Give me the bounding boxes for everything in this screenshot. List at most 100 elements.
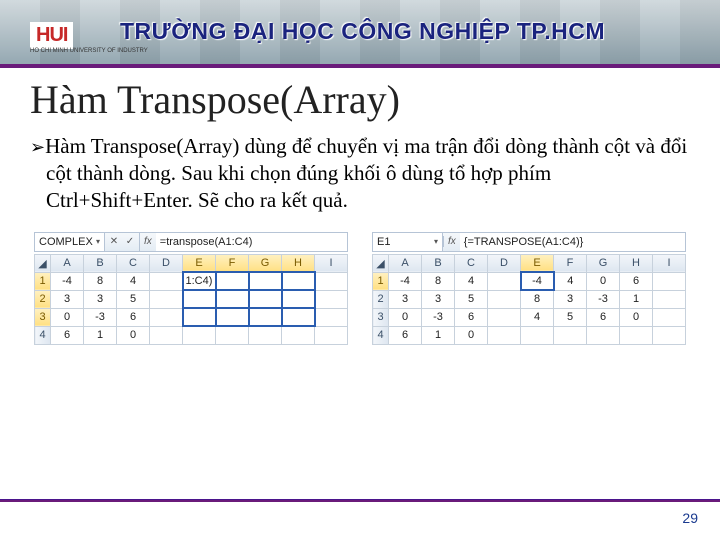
cell[interactable]: 4	[521, 308, 554, 326]
cell[interactable]: 4	[117, 272, 150, 290]
cell[interactable]	[620, 326, 653, 344]
cell[interactable]: -3	[587, 290, 620, 308]
dropdown-icon[interactable]: ▾	[96, 237, 100, 246]
cell[interactable]	[216, 290, 249, 308]
cell[interactable]: -3	[84, 308, 117, 326]
row-header[interactable]: 1	[373, 272, 389, 290]
cell[interactable]	[488, 290, 521, 308]
fx-icon[interactable]: fx	[140, 236, 156, 247]
col-header[interactable]: H	[282, 254, 315, 272]
cell[interactable]: 0	[587, 272, 620, 290]
cell[interactable]	[150, 272, 183, 290]
cell[interactable]: 5	[554, 308, 587, 326]
cell[interactable]	[282, 290, 315, 308]
cell[interactable]: 3	[422, 290, 455, 308]
cell[interactable]: 3	[389, 290, 422, 308]
cell[interactable]	[282, 326, 315, 344]
col-header[interactable]: G	[587, 254, 620, 272]
cell[interactable]: 0	[51, 308, 84, 326]
cell[interactable]	[216, 272, 249, 290]
row-header[interactable]: 1	[35, 272, 51, 290]
name-box[interactable]: E1 ▾	[373, 233, 443, 251]
row-header[interactable]: 3	[35, 308, 51, 326]
col-header[interactable]: B	[422, 254, 455, 272]
cell[interactable]	[488, 308, 521, 326]
cell[interactable]	[521, 326, 554, 344]
cell[interactable]	[653, 326, 686, 344]
col-header[interactable]: F	[216, 254, 249, 272]
cancel-icon[interactable]: ✕	[107, 235, 121, 249]
cell[interactable]	[315, 326, 348, 344]
cell[interactable]	[315, 290, 348, 308]
cell[interactable]: -3	[422, 308, 455, 326]
cell[interactable]: 6	[587, 308, 620, 326]
select-all-corner[interactable]: ◢	[35, 254, 51, 272]
cell[interactable]	[653, 308, 686, 326]
cell[interactable]: 0	[620, 308, 653, 326]
col-header[interactable]: E	[521, 254, 554, 272]
col-header[interactable]: A	[389, 254, 422, 272]
cell[interactable]	[282, 272, 315, 290]
cell[interactable]	[183, 290, 216, 308]
fx-icon[interactable]: fx	[443, 236, 460, 247]
row-header[interactable]: 3	[373, 308, 389, 326]
cell[interactable]	[150, 290, 183, 308]
col-header[interactable]: D	[150, 254, 183, 272]
cell[interactable]: 6	[389, 326, 422, 344]
cell[interactable]: 4	[455, 272, 488, 290]
enter-icon[interactable]: ✓	[123, 235, 137, 249]
cell[interactable]: 0	[389, 308, 422, 326]
cell[interactable]: 5	[455, 290, 488, 308]
col-header[interactable]: I	[653, 254, 686, 272]
cell[interactable]	[653, 290, 686, 308]
cell[interactable]	[315, 308, 348, 326]
col-header[interactable]: F	[554, 254, 587, 272]
cell[interactable]	[150, 308, 183, 326]
cell[interactable]	[488, 326, 521, 344]
cell[interactable]	[554, 326, 587, 344]
cell[interactable]: 1	[422, 326, 455, 344]
cell[interactable]: -4	[521, 272, 554, 290]
cell[interactable]: 6	[620, 272, 653, 290]
cell[interactable]	[150, 326, 183, 344]
cell[interactable]	[249, 272, 282, 290]
row-header[interactable]: 4	[35, 326, 51, 344]
cell[interactable]: 0	[455, 326, 488, 344]
cell[interactable]	[653, 272, 686, 290]
cell[interactable]	[249, 290, 282, 308]
cell[interactable]: 8	[84, 272, 117, 290]
cell[interactable]	[216, 308, 249, 326]
formula-input[interactable]: {=TRANSPOSE(A1:C4)}	[460, 233, 685, 251]
cell[interactable]	[249, 308, 282, 326]
cell[interactable]	[488, 272, 521, 290]
cell[interactable]: 3	[51, 290, 84, 308]
cell[interactable]: 1:C4)	[183, 272, 216, 290]
cell[interactable]: 8	[422, 272, 455, 290]
cell[interactable]	[183, 326, 216, 344]
col-header[interactable]: G	[249, 254, 282, 272]
cell[interactable]: 3	[84, 290, 117, 308]
cell[interactable]: 6	[117, 308, 150, 326]
cell[interactable]	[282, 308, 315, 326]
cell[interactable]: 6	[455, 308, 488, 326]
row-header[interactable]: 2	[35, 290, 51, 308]
name-box[interactable]: COMPLEX ▾	[35, 233, 105, 251]
col-header[interactable]: D	[488, 254, 521, 272]
cell[interactable]: 1	[620, 290, 653, 308]
cell[interactable]	[216, 326, 249, 344]
cell[interactable]: -4	[389, 272, 422, 290]
cell[interactable]: 3	[554, 290, 587, 308]
cell[interactable]	[587, 326, 620, 344]
col-header[interactable]: C	[455, 254, 488, 272]
formula-input[interactable]: =transpose(A1:C4)	[156, 233, 347, 251]
cell[interactable]: 4	[554, 272, 587, 290]
col-header[interactable]: H	[620, 254, 653, 272]
dropdown-icon[interactable]: ▾	[434, 237, 438, 246]
select-all-corner[interactable]: ◢	[373, 254, 389, 272]
cell[interactable]: 8	[521, 290, 554, 308]
row-header[interactable]: 4	[373, 326, 389, 344]
cell[interactable]: 6	[51, 326, 84, 344]
col-header[interactable]: A	[51, 254, 84, 272]
cell[interactable]: 5	[117, 290, 150, 308]
cell[interactable]: 1	[84, 326, 117, 344]
